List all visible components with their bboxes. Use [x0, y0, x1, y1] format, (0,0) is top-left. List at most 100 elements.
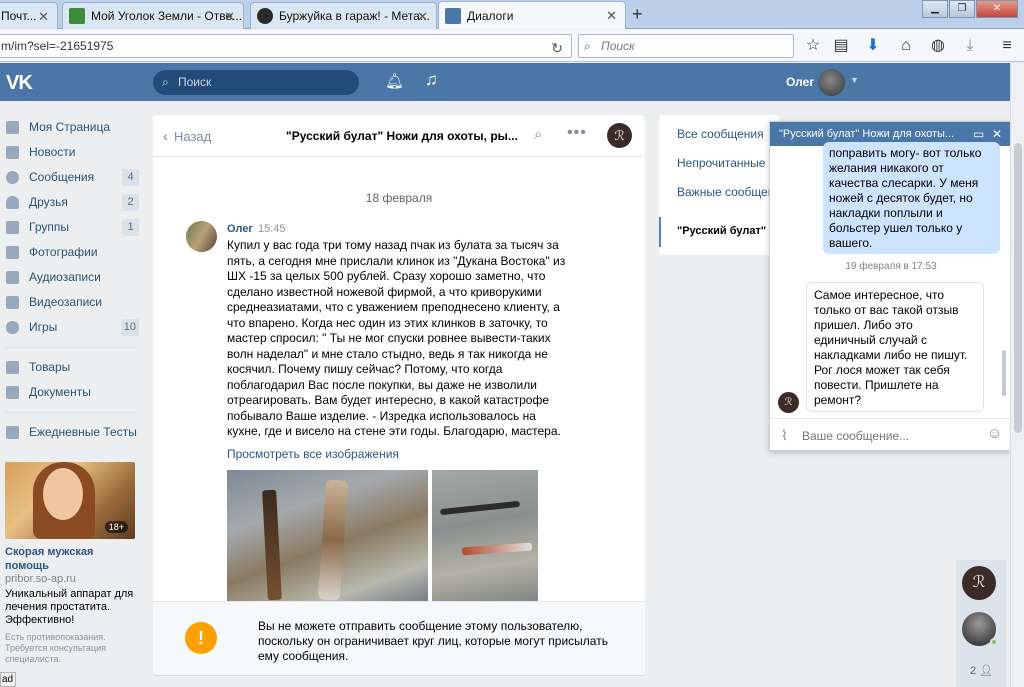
tab-label: Буржуйка в гараж! - Мета... — [279, 9, 430, 23]
sidebar-item-label: Группы — [29, 220, 69, 234]
minimize-icon[interactable]: ▁ — [922, 0, 948, 18]
vk-logo[interactable]: VK — [6, 72, 33, 95]
count-badge: 2 — [122, 194, 139, 211]
chat-title: "Русский булат" Ножи для охоты... — [779, 128, 955, 140]
sidebar-item-my-page[interactable]: Моя Страница — [0, 115, 145, 140]
news-icon — [6, 146, 19, 159]
bookmark-star-icon[interactable]: ☆ — [803, 36, 823, 56]
close-icon[interactable]: ✕ — [224, 9, 235, 25]
chevron-down-icon[interactable]: ▼ — [850, 75, 859, 85]
ad-domain: pribor.so-ap.ru — [5, 573, 76, 585]
message-author[interactable]: Олег — [227, 223, 253, 235]
home-icon[interactable]: ⌂ — [896, 36, 916, 56]
notice-text: Вы не можете отправить сообщение этому п… — [258, 619, 608, 663]
browser-tab-burzhuika[interactable]: Буржуйка в гараж! - Мета... ✕ — [250, 2, 437, 29]
count-value: 2 — [970, 665, 977, 677]
sidebar-item-label: Фотографии — [29, 245, 98, 259]
search-icon: ⌕ — [162, 75, 169, 89]
message-text: Купил у вас года три тому назад пчак из … — [227, 238, 566, 438]
vk-search-input[interactable]: ⌕ Поиск — [153, 70, 359, 95]
avatar[interactable] — [818, 69, 845, 96]
attached-photo[interactable] — [432, 470, 538, 605]
filter-unread[interactable]: Непрочитанные — [677, 156, 765, 170]
sidebar-item-goods[interactable]: Товары — [0, 355, 145, 380]
tab-label: Диалоги — [467, 8, 514, 23]
page-scrollbar[interactable] — [1010, 63, 1024, 687]
download-arrow-icon[interactable]: ⬇ — [863, 36, 883, 56]
more-dots-icon[interactable]: ••• — [567, 124, 587, 142]
user-name[interactable]: Олег — [786, 75, 814, 89]
view-all-images-link[interactable]: Просмотреть все изображения — [227, 447, 399, 461]
vk-favicon-icon — [445, 7, 461, 24]
chat-message-input[interactable] — [802, 425, 982, 447]
menu-hamburger-icon[interactable]: ≡ — [997, 36, 1017, 56]
community-avatar[interactable]: ℛ — [607, 123, 632, 148]
shopping-bag-icon — [6, 361, 19, 374]
paperclip-icon[interactable]: ⌇ — [781, 427, 788, 444]
notifications-bell-icon[interactable]: 🔔︎ — [385, 72, 404, 90]
attached-photo[interactable] — [227, 470, 428, 605]
ad-image[interactable]: 18+ — [5, 462, 135, 539]
new-tab-icon[interactable]: + — [632, 4, 643, 25]
back-button[interactable]: ‹ Назад — [163, 128, 211, 145]
conversation-item[interactable]: "Русский булат" Н — [659, 217, 779, 247]
globe-icon[interactable]: ◍ — [928, 36, 948, 56]
community-avatar[interactable]: ℛ — [778, 392, 799, 413]
sidebar-item-video[interactable]: Видеозаписи — [0, 290, 145, 315]
reload-icon[interactable]: ↻ — [551, 37, 563, 59]
sidebar-item-friends[interactable]: Друзья 2 — [0, 190, 145, 215]
sidebar-item-games[interactable]: Игры 10 — [0, 315, 145, 340]
apps-grid-icon — [6, 426, 19, 439]
ad-title[interactable]: Скорая мужская помощь — [5, 545, 140, 573]
divider — [6, 347, 135, 348]
message-filters: Все сообщения Непрочитанные Важные сообщ… — [659, 115, 788, 255]
tab-label: Почт... — [1, 9, 37, 23]
dialog-title[interactable]: "Русский булат" Ножи для охоты, ры... — [286, 129, 518, 143]
count-badge: 10 — [120, 319, 139, 336]
tab-label: Мой Уголок Земли - Отве... — [91, 9, 243, 23]
sidebar-item-messages[interactable]: Сообщения 4 — [0, 165, 145, 190]
community-avatar[interactable]: ℛ — [962, 566, 996, 600]
sidebar-item-label: Ежедневные Тесты — [29, 425, 137, 439]
close-icon[interactable]: ✕ — [38, 9, 49, 25]
browser-tab-ugolok[interactable]: Мой Уголок Земли - Отве... ✕ — [62, 2, 244, 29]
browser-tab-mail[interactable]: Почт... ✕ — [0, 2, 58, 29]
chat-count[interactable]: 2 👤︎ — [970, 664, 993, 677]
search-icon[interactable]: ⌕ — [534, 126, 542, 143]
music-note-icon[interactable]: ♫ — [425, 70, 438, 90]
maximize-icon[interactable]: ❐ — [949, 0, 975, 18]
close-icon[interactable]: ✕ — [417, 9, 428, 25]
sidebar-item-news[interactable]: Новости — [0, 140, 145, 165]
sidebar-item-audio[interactable]: Аудиозаписи — [0, 265, 145, 290]
home-icon — [6, 121, 19, 134]
browser-search-placeholder: Поиск — [601, 39, 635, 53]
sidebar-item-label: Документы — [29, 385, 91, 399]
window-close-icon[interactable]: ✕ — [976, 0, 1018, 18]
status-bar: ad — [0, 672, 16, 687]
vk-search-placeholder: Поиск — [178, 75, 212, 89]
downloads-icon[interactable]: ⤓ — [960, 36, 980, 56]
browser-nav-bar: m/im?sel=-21651975 ↻ ⌕ Поиск ☆ ▤ ⬇ ⌂ ◍ ⤓… — [0, 30, 1024, 62]
sidebar-item-documents[interactable]: Документы — [0, 380, 145, 405]
scrollbar-thumb[interactable] — [1014, 143, 1022, 433]
reading-list-icon[interactable]: ▤ — [831, 36, 851, 56]
count-badge: 4 — [122, 169, 139, 186]
sidebar-item-photos[interactable]: Фотографии — [0, 240, 145, 265]
vk-header: VK ⌕ Поиск 🔔︎ ♫ Олег ▼ — [0, 63, 1010, 101]
chat-popup: "Русский булат" Ножи для охоты... ▭ ✕ по… — [769, 121, 1011, 451]
filter-all-messages[interactable]: Все сообщения — [677, 127, 764, 141]
browser-tab-dialogs[interactable]: Диалоги ✕ — [438, 1, 626, 29]
chat-date: 19 февраля в 17:53 — [845, 261, 937, 272]
emoji-smile-icon[interactable]: ☺ — [987, 425, 1002, 442]
browser-search-box[interactable]: ⌕ Поиск — [578, 34, 794, 58]
chat-scrollbar[interactable] — [1002, 350, 1006, 396]
url-bar[interactable]: m/im?sel=-21651975 ↻ — [0, 34, 572, 58]
favicon-icon — [257, 8, 273, 24]
favicon-icon — [69, 8, 85, 24]
close-icon[interactable]: ✕ — [606, 8, 617, 24]
sidebar-item-groups[interactable]: Группы 1 — [0, 215, 145, 240]
avatar[interactable] — [186, 221, 217, 252]
sidebar-item-daily-tests[interactable]: Ежедневные Тесты — [0, 420, 145, 445]
chevron-left-icon: ‹ — [163, 128, 168, 145]
online-indicator — [990, 638, 998, 646]
